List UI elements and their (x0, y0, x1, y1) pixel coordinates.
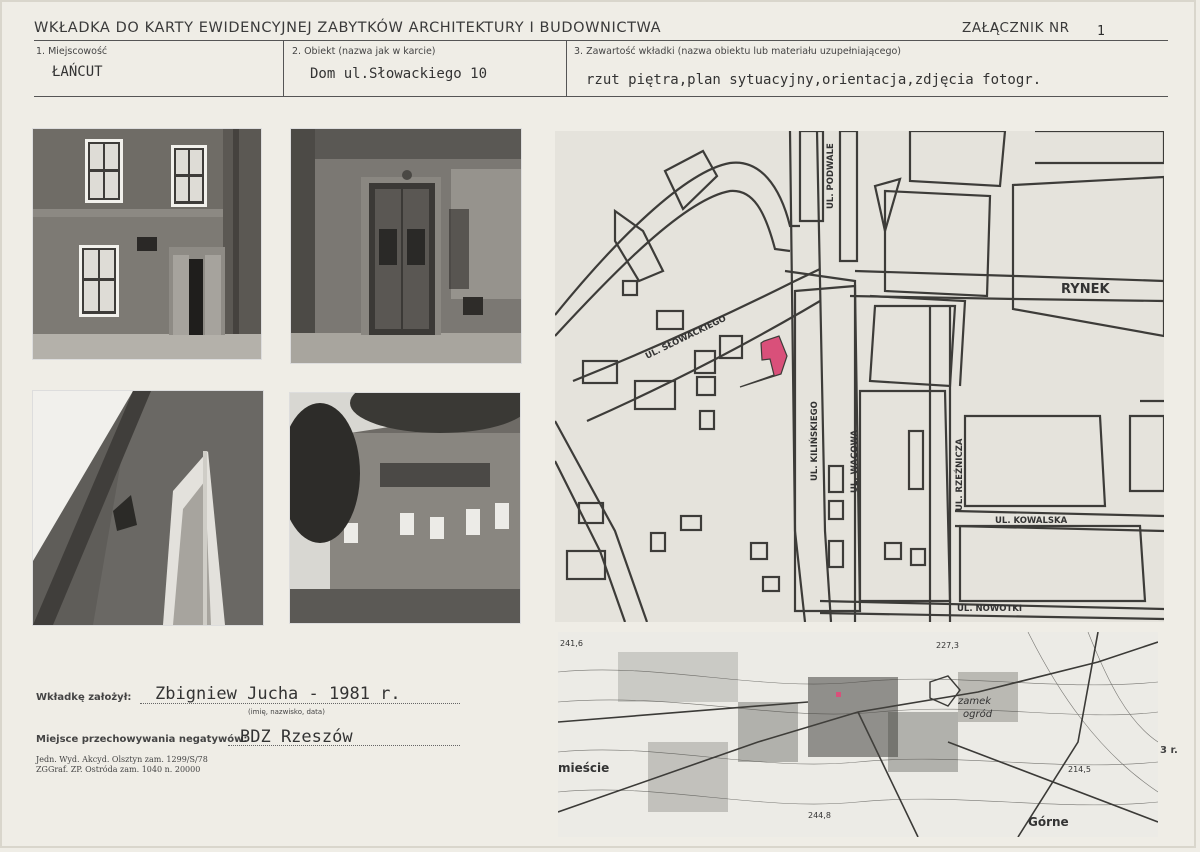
field-divider-1 (283, 40, 284, 96)
map-label-rzeznicza: UL. RZEŹNICZA (953, 438, 965, 511)
creator-line (140, 703, 460, 704)
storage-value: BDZ Rzeszów (240, 727, 353, 747)
field-value-locality: ŁAŃCUT (52, 64, 103, 80)
topo-label-height-2: 227,3 (936, 641, 959, 650)
map-label-wacowa: UL. WACOWA (850, 429, 860, 493)
map-label-podwale: UL. PODWALE (826, 143, 836, 209)
form-title: WKŁADKA DO KARTY EWIDENCYJNEJ ZABYTKÓW A… (34, 20, 662, 36)
topo-label-ogrod: ogród (963, 708, 993, 720)
creator-hint: (imię, nazwisko, data) (248, 708, 325, 716)
topo-label-margin: 3 r. (1160, 745, 1178, 756)
field-label-object: 2. Obiekt (nazwa jak w karcie) (292, 46, 436, 57)
map-label-kilinskiego: UL. KILIŃSKIEGO (808, 401, 820, 481)
topo-label-height-4: 244,8 (808, 811, 831, 820)
photo-portal (290, 128, 522, 364)
topo-label-miescie: mieście (558, 761, 609, 775)
field-value-contents: rzut piętra,plan sytuacyjny,orientacja,z… (586, 72, 1042, 88)
map-label-rynek: RYNEK (1061, 282, 1110, 297)
imprint-1: Jedn. Wyd. Akcyd. Olsztyn zam. 1299/S/78 (36, 755, 208, 764)
photo-courtyard (289, 392, 521, 624)
creator-value: Zbigniew Jucha - 1981 r. (155, 684, 401, 704)
topo-label-height-1: 241,6 (560, 639, 583, 648)
field-value-object: Dom ul.Słowackiego 10 (310, 66, 488, 82)
topo-label-height-3: 214,5 (1068, 765, 1091, 774)
orientation-map: 241,6 227,3 zamek ogród 214,5 244,8 mieś… (558, 632, 1158, 837)
storage-line (228, 745, 460, 746)
photo-facade (32, 128, 262, 360)
field-label-locality: 1. Miejscowość (36, 46, 108, 57)
attachment-number: 1 (1097, 24, 1105, 39)
header-rule (34, 40, 1168, 41)
topo-label-gorne: Górne (1028, 815, 1069, 829)
fields-rule (34, 96, 1168, 97)
map-label-nowotki: UL. NOWOTKI (957, 604, 1022, 614)
site-plan-map: RYNEK UL. PODWALE UL. SŁOWACKIEGO UL. KI… (555, 131, 1164, 622)
photo-window-detail (32, 390, 264, 626)
storage-label: Miejsce przechowywania negatywów: (36, 734, 248, 745)
imprint-2: ZGGraf. ZP. Ostróda zam. 1040 n. 20000 (36, 765, 201, 774)
map-label-kowalska: UL. KOWALSKA (995, 516, 1068, 526)
topo-label-zamek: zamek (957, 696, 992, 707)
creator-label: Wkładkę założył: (36, 692, 132, 703)
field-label-contents: 3. Zawartość wkładki (nazwa obiektu lub … (574, 46, 901, 57)
field-divider-2 (566, 40, 567, 96)
header: WKŁADKA DO KARTY EWIDENCYJNEJ ZABYTKÓW A… (34, 14, 1168, 40)
attachment-label: ZAŁĄCZNIK NR (962, 20, 1070, 36)
